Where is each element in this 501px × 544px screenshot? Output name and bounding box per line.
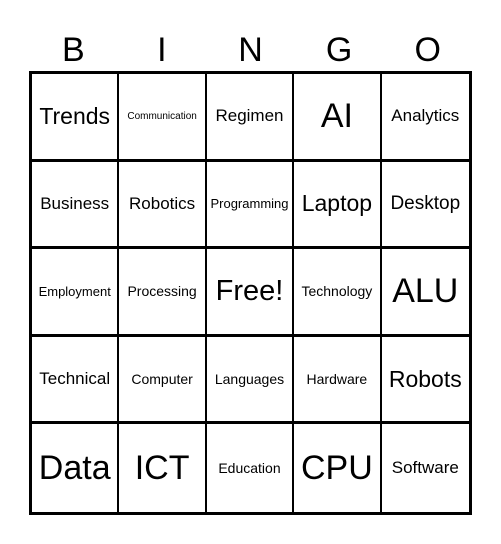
- bingo-cell[interactable]: ICT: [119, 424, 207, 512]
- bingo-cell[interactable]: AI: [294, 74, 382, 162]
- bingo-cell[interactable]: Desktop: [381, 162, 469, 250]
- bingo-cell[interactable]: Employment: [32, 249, 120, 337]
- bingo-cell[interactable]: Business: [32, 161, 120, 250]
- free-space-cell[interactable]: Free!: [206, 249, 295, 337]
- bingo-cell[interactable]: CPU: [294, 424, 382, 512]
- bingo-cell[interactable]: Languages: [206, 336, 295, 425]
- bingo-cell[interactable]: Hardware: [294, 336, 382, 425]
- bingo-cell[interactable]: Technical: [32, 336, 120, 425]
- bingo-header: B I N G O: [29, 28, 472, 72]
- bingo-cell[interactable]: Communication: [119, 74, 207, 162]
- bingo-cell[interactable]: Computer: [119, 336, 207, 425]
- bingo-cell[interactable]: Regimen: [206, 74, 295, 162]
- bingo-grid: Trends Communication Regimen AI Analytic…: [29, 71, 472, 515]
- header-letter-b: B: [61, 31, 85, 69]
- header-letter-n: N: [238, 31, 263, 69]
- bingo-cell[interactable]: Laptop: [294, 161, 382, 250]
- bingo-cell[interactable]: Robotics: [119, 161, 207, 250]
- bingo-cell[interactable]: Education: [207, 424, 295, 512]
- bingo-cell[interactable]: Analytics: [381, 74, 469, 162]
- header-letter-i: I: [157, 31, 167, 69]
- bingo-cell[interactable]: Robots: [381, 337, 469, 425]
- bingo-cell[interactable]: Technology: [294, 249, 382, 337]
- bingo-cell[interactable]: ALU: [381, 249, 469, 337]
- bingo-cell[interactable]: Programming: [206, 161, 295, 250]
- bingo-cell[interactable]: Data: [32, 424, 120, 512]
- bingo-cell[interactable]: Processing: [119, 249, 207, 337]
- header-letter-g: G: [325, 31, 353, 69]
- header-letter-o: O: [414, 31, 441, 69]
- bingo-cell[interactable]: Software: [382, 424, 469, 512]
- bingo-cell[interactable]: Trends: [32, 74, 120, 162]
